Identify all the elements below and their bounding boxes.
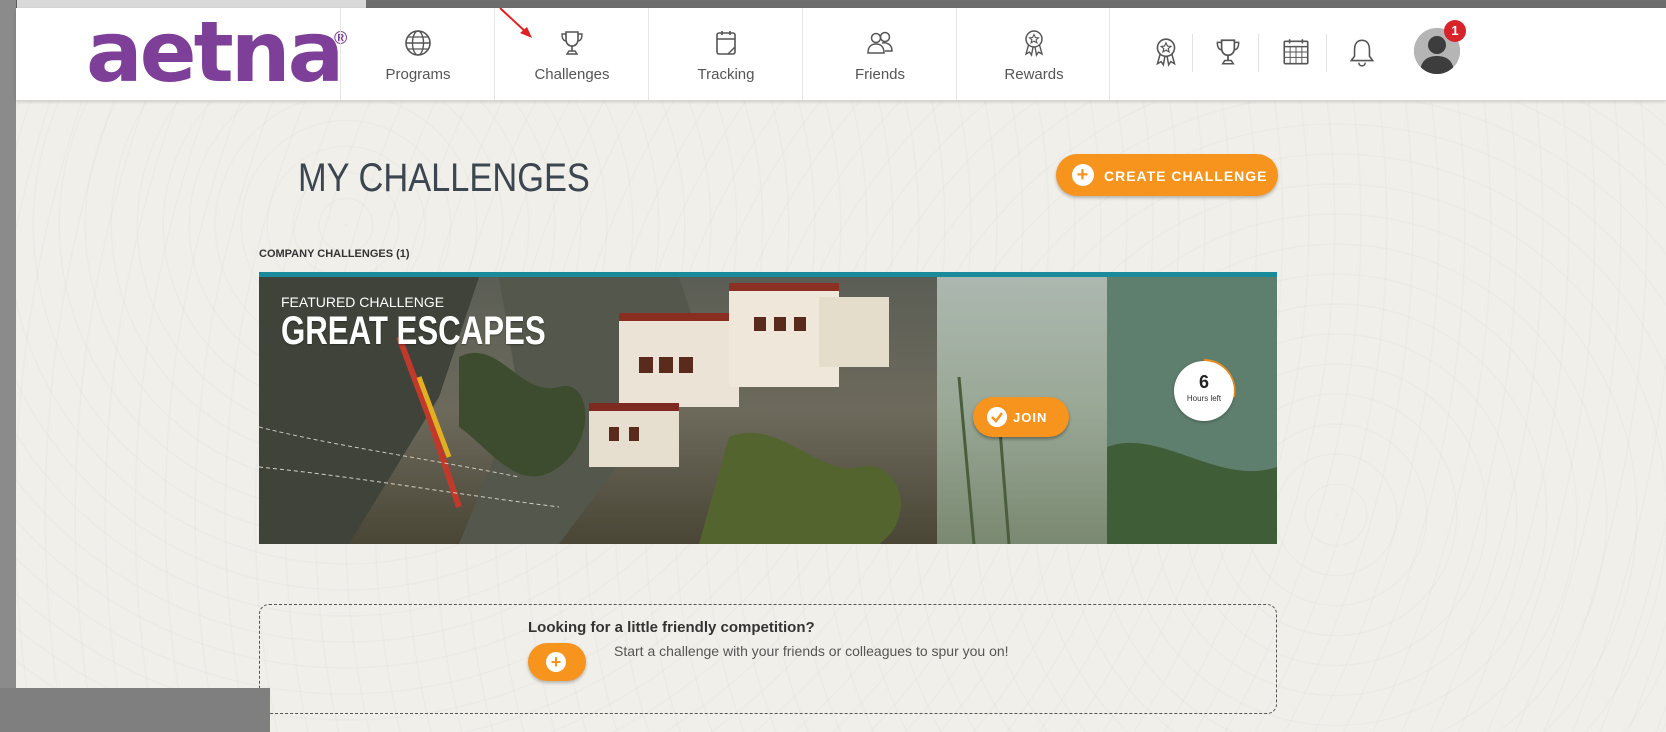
award-ribbon-icon xyxy=(1024,30,1044,57)
globe-icon xyxy=(405,30,431,56)
create-challenge-button[interactable]: + CREATE CHALLENGE xyxy=(1056,154,1278,196)
featured-challenge-card[interactable]: FEATURED CHALLENGE GREAT ESCAPES JOIN 6 … xyxy=(259,272,1277,544)
divider xyxy=(1192,34,1193,72)
browser-frame-bottom xyxy=(0,688,270,732)
award-ribbon-icon[interactable] xyxy=(1150,36,1182,68)
prompt-heading: Looking for a little friendly competitio… xyxy=(528,619,815,636)
checkmark-icon xyxy=(987,407,1007,427)
plus-circle-icon: + xyxy=(1072,164,1094,186)
prompt-text: Start a challenge with your friends or c… xyxy=(614,643,1009,659)
trophy-icon[interactable] xyxy=(1212,36,1244,68)
friends-icon xyxy=(867,31,893,54)
nav-label-programs: Programs xyxy=(385,66,451,83)
page-title: MY CHALLENGES xyxy=(298,156,590,200)
aetna-logo[interactable]: aetna xyxy=(86,10,344,94)
nav-label-challenges: Challenges xyxy=(534,66,610,83)
nav-label-rewards: Rewards xyxy=(1004,66,1064,83)
top-nav-bar: aetna ® Programs Challenges Tracking Fri… xyxy=(16,8,1666,101)
hours-left-value: 6 xyxy=(1198,372,1209,392)
page: aetna ® Programs Challenges Tracking Fri… xyxy=(16,8,1666,732)
notification-badge: 1 xyxy=(1444,20,1466,42)
featured-kicker: FEATURED CHALLENGE xyxy=(281,294,445,310)
divider xyxy=(1258,34,1259,72)
nav-item-tracking[interactable]: Tracking xyxy=(648,8,802,100)
calendar-icon xyxy=(716,31,736,55)
nav-item-programs[interactable]: Programs xyxy=(340,8,494,100)
create-challenge-label: CREATE CHALLENGE xyxy=(1104,168,1268,184)
countdown-timer: 6 Hours left xyxy=(1174,361,1234,421)
divider xyxy=(1326,34,1327,72)
calendar-grid-icon[interactable] xyxy=(1280,36,1312,68)
nav-item-rewards[interactable]: Rewards xyxy=(956,8,1110,100)
nav-label-friends: Friends xyxy=(854,66,906,83)
annotation-arrow xyxy=(499,8,532,38)
start-challenge-button[interactable]: + xyxy=(528,643,586,681)
nav-item-friends[interactable]: Friends xyxy=(802,8,956,100)
company-challenges-heading: COMPANY CHALLENGES (1) xyxy=(259,248,410,260)
create-challenge-prompt: Looking for a little friendly competitio… xyxy=(259,604,1277,714)
plus-circle-icon: + xyxy=(546,652,566,672)
bell-icon[interactable] xyxy=(1346,36,1378,68)
nav-label-tracking: Tracking xyxy=(697,66,755,83)
trophy-icon xyxy=(561,31,583,55)
browser-frame-left xyxy=(0,0,17,732)
hours-left-label: Hours left xyxy=(1186,394,1222,403)
join-button[interactable]: JOIN xyxy=(973,397,1069,437)
challenge-title: GREAT ESCAPES xyxy=(281,309,546,353)
join-label: JOIN xyxy=(1013,410,1048,425)
